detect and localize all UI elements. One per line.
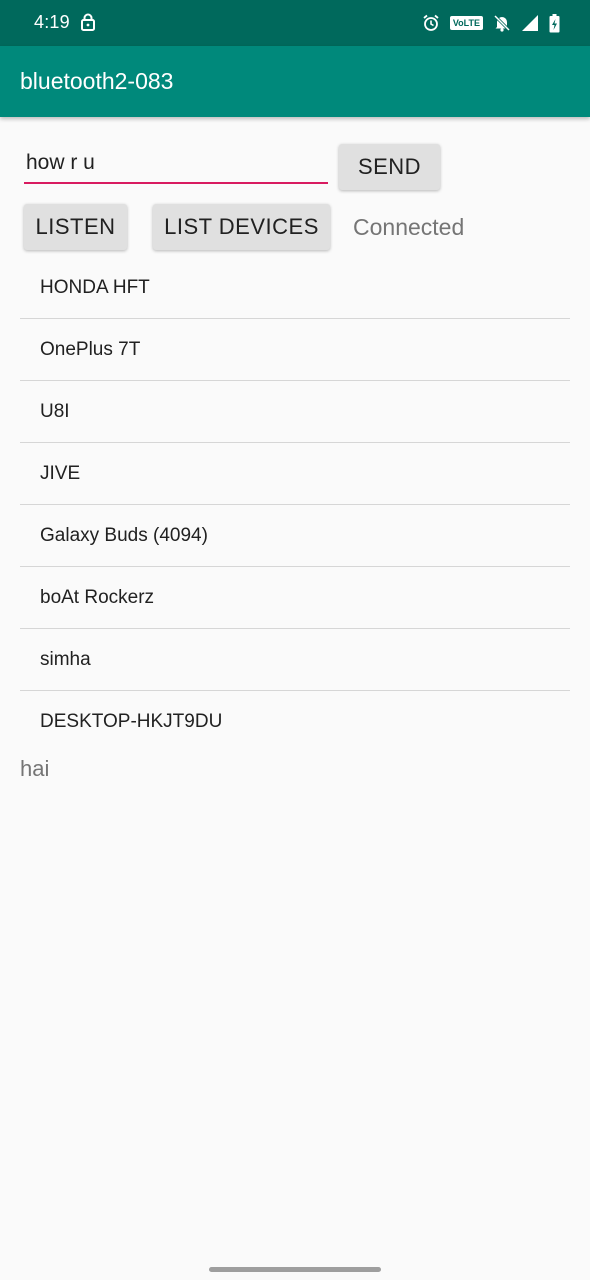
device-item-jive[interactable]: JIVE <box>20 443 570 505</box>
volte-icon: VoLTE <box>449 16 483 30</box>
device-item-oneplus-7t[interactable]: OnePlus 7T <box>20 319 570 381</box>
send-button[interactable]: SEND <box>339 144 440 190</box>
device-item-galaxy-buds[interactable]: Galaxy Buds (4094) <box>20 505 570 567</box>
lock-icon <box>80 13 96 31</box>
status-icons: VoLTE <box>422 12 560 34</box>
battery-charging-icon <box>549 13 560 33</box>
received-message: hai <box>20 756 50 781</box>
gesture-nav-handle[interactable] <box>209 1267 381 1272</box>
connection-status: Connected <box>353 214 465 240</box>
device-item-honda-hft[interactable]: HONDA HFT <box>20 257 570 319</box>
device-list: HONDA HFT OnePlus 7T U8I JIVE Galaxy Bud… <box>20 257 570 752</box>
list-devices-button[interactable]: LIST DEVICES <box>153 204 330 250</box>
notifications-off-icon <box>493 14 511 32</box>
device-item-u8i[interactable]: U8I <box>20 381 570 443</box>
listen-button[interactable]: LISTEN <box>24 204 127 250</box>
alarm-icon <box>422 14 440 32</box>
status-time: 4:19 <box>34 12 70 32</box>
status-bar: 4:19 VoLTE <box>0 0 590 46</box>
device-item-desktop[interactable]: DESKTOP-HKJT9DU <box>20 691 570 752</box>
app-bar: bluetooth2-083 <box>0 46 590 117</box>
message-input[interactable] <box>24 148 328 184</box>
device-item-simha[interactable]: simha <box>20 629 570 691</box>
app-title: bluetooth2-083 <box>20 68 174 94</box>
device-item-boat-rockerz[interactable]: boAt Rockerz <box>20 567 570 629</box>
signal-icon <box>521 14 539 32</box>
